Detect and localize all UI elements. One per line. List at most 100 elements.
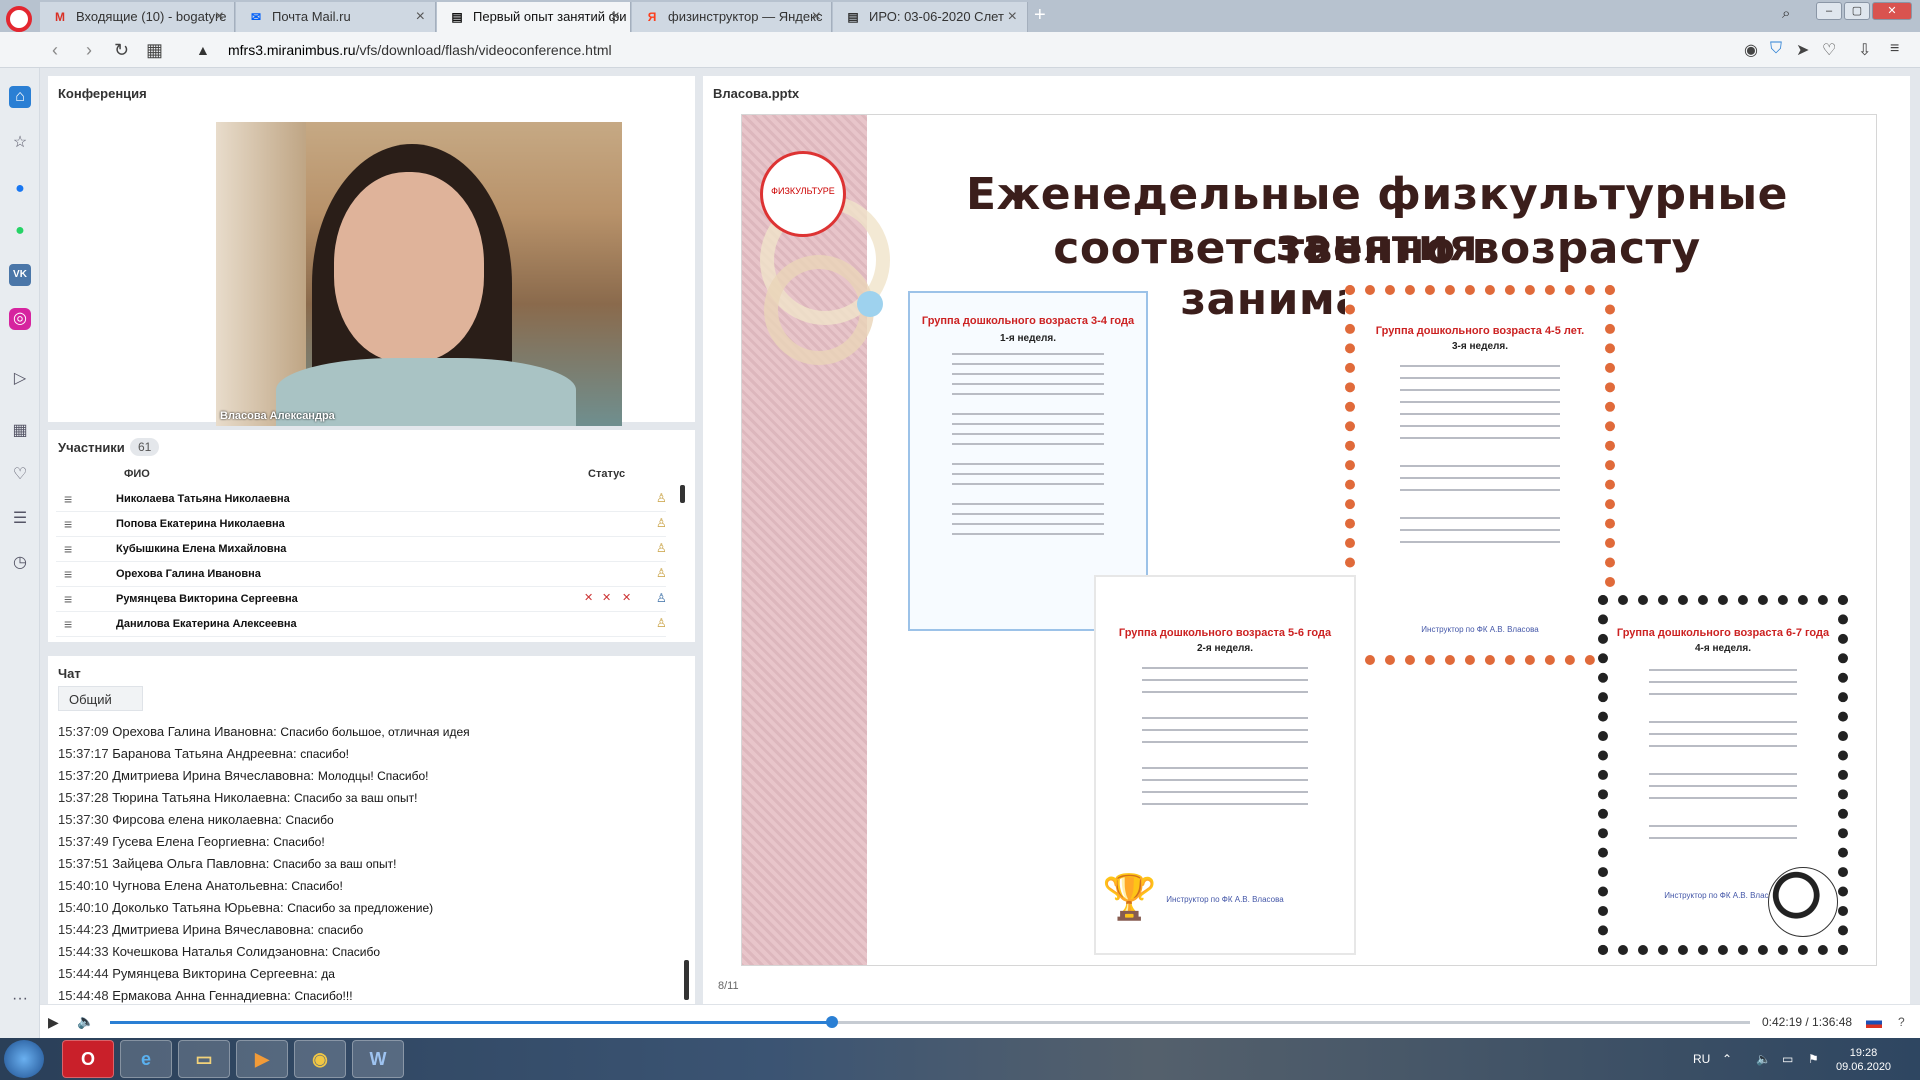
chat-text: Спасибо: [331, 945, 381, 959]
close-icon[interactable]: ×: [1008, 8, 1017, 26]
network-tray-icon[interactable]: ▭: [1782, 1052, 1793, 1066]
browser-sidebar: ⌂ ☆ ● ● VK ◎ ▷ ▦ ♡ ☰ ◷ ···: [0, 68, 40, 1038]
news-icon[interactable]: ☰: [9, 508, 31, 530]
speaker-video[interactable]: Власова Александра: [216, 122, 622, 426]
taskbar-opera-icon[interactable]: O: [62, 1040, 114, 1078]
row-menu-icon[interactable]: ≡: [64, 616, 72, 632]
doc-group-5-6[interactable]: Группа дошкольного возраста 5-6 года 2-я…: [1094, 575, 1356, 955]
browser-tab-bar: M Входящие (10) - bogatyre × ✉ Почта Mai…: [0, 0, 1920, 32]
reload-icon[interactable]: ↻: [114, 40, 129, 61]
progress-track[interactable]: [110, 1016, 1750, 1028]
url-field[interactable]: mfrs3.miranimbus.ru/vfs/download/flash/v…: [228, 42, 612, 58]
system-clock[interactable]: 19:28 09.06.2020: [1836, 1046, 1891, 1074]
maximize-button[interactable]: ▢: [1844, 2, 1870, 20]
more-icon[interactable]: ···: [9, 988, 31, 1010]
chat-time: 15:37:20: [58, 768, 109, 783]
user-status-icon: ♙: [656, 541, 667, 555]
player-icon[interactable]: ▷: [9, 368, 31, 390]
camera-muted-icon[interactable]: ✕: [602, 591, 611, 604]
participants-scrollbar[interactable]: [680, 485, 685, 503]
tab-yandex[interactable]: Я физинструктор — Яндекс ×: [632, 2, 832, 32]
tab-inbox[interactable]: M Входящие (10) - bogatyre ×: [40, 2, 235, 32]
slide-decor-bubble: [857, 291, 883, 317]
doc-subtitle: 1-я неделя.: [1000, 333, 1056, 344]
extensions-icon[interactable]: ▦: [9, 420, 31, 442]
taskbar-media-player-icon[interactable]: ▶: [236, 1040, 288, 1078]
forward-icon[interactable]: ›: [86, 40, 92, 61]
history-icon[interactable]: ◷: [9, 552, 31, 574]
back-icon[interactable]: ‹: [52, 40, 58, 61]
tab-iro[interactable]: ▤ ИРО: 03-06-2020 Слет ×: [833, 2, 1028, 32]
participant-row[interactable]: ≡ Румянцева Викторина Сергеевна ✕ ✕ ✕ ♙: [56, 587, 667, 612]
close-window-button[interactable]: ✕: [1872, 2, 1912, 20]
chat-time: 15:44:33: [58, 944, 109, 959]
volume-tray-icon[interactable]: 🔈: [1756, 1052, 1771, 1066]
send-icon[interactable]: ➤: [1796, 40, 1809, 60]
taskbar-ie-icon[interactable]: e: [120, 1040, 172, 1078]
tabs-grid-icon[interactable]: ▦: [146, 40, 163, 61]
participant-name: Николаева Татьяна Николаевна: [116, 493, 290, 505]
help-icon[interactable]: ?: [1898, 1015, 1905, 1029]
star-icon[interactable]: ☆: [9, 132, 31, 154]
row-menu-icon[interactable]: ≡: [64, 566, 72, 582]
vk-icon[interactable]: VK: [9, 264, 31, 286]
chat-time: 15:44:48: [58, 988, 109, 1003]
close-icon[interactable]: ×: [611, 8, 620, 26]
doc-text-line: [1649, 837, 1797, 839]
chat-message: 15:37:09 Орехова Галина Ивановна: Спасиб…: [58, 724, 470, 739]
doc-title: Группа дошкольного возраста 5-6 года: [1118, 627, 1332, 639]
participant-row[interactable]: ≡ Кубышкина Елена Михайловна ♙: [56, 537, 667, 562]
taskbar-chrome-icon[interactable]: ◉: [294, 1040, 346, 1078]
row-menu-icon[interactable]: ≡: [64, 516, 72, 532]
participant-row[interactable]: ≡ Николаева Татьяна Николаевна ♙: [56, 487, 667, 512]
download-icon[interactable]: ⇩: [1858, 40, 1871, 60]
close-icon[interactable]: ×: [812, 8, 821, 26]
instagram-icon[interactable]: ◎: [9, 308, 31, 330]
participant-row[interactable]: ≡ Данилова Екатерина Алексеевна ♙: [56, 612, 667, 637]
chat-tab-general[interactable]: Общий: [58, 686, 143, 711]
search-tabs-icon[interactable]: ⌕: [1782, 5, 1790, 22]
chat-author: Румянцева Викторина Сергеевна:: [112, 966, 318, 981]
speaker-face: [334, 172, 484, 362]
home-icon[interactable]: ⌂: [9, 86, 31, 108]
flag-tray-icon[interactable]: ⚑: [1808, 1052, 1819, 1066]
tray-expand-icon[interactable]: ⌃: [1722, 1052, 1732, 1066]
taskbar-word-icon[interactable]: W: [352, 1040, 404, 1078]
progress-knob[interactable]: [825, 1016, 838, 1028]
russian-flag-icon[interactable]: [1866, 1017, 1882, 1028]
row-menu-icon[interactable]: ≡: [64, 491, 72, 507]
doc-group-4-5[interactable]: Группа дошкольного возраста 4-5 лет. 3-я…: [1345, 285, 1615, 665]
row-menu-icon[interactable]: ≡: [64, 591, 72, 607]
messenger-icon[interactable]: ●: [9, 178, 31, 200]
volume-icon[interactable]: 🔈: [77, 1013, 94, 1030]
screen-muted-icon[interactable]: ✕: [622, 591, 631, 604]
heart-icon[interactable]: ♡: [1822, 40, 1836, 60]
opera-logo-icon[interactable]: [6, 6, 32, 32]
tab-active-document[interactable]: ▤ Первый опыт занятий фи ×: [437, 2, 631, 32]
whatsapp-icon[interactable]: ●: [9, 220, 31, 242]
doc-group-6-7[interactable]: Группа дошкольного возраста 6-7 года 4-я…: [1598, 595, 1848, 955]
chat-author: Чугнова Елена Анатольевна:: [112, 878, 288, 893]
menu-icon[interactable]: ≡: [1890, 40, 1899, 58]
mic-muted-icon[interactable]: ✕: [584, 591, 593, 604]
close-icon[interactable]: ×: [215, 8, 224, 26]
participant-row[interactable]: ≡ Орехова Галина Ивановна ♙: [56, 562, 667, 587]
chat-author: Фирсова елена николаевна:: [112, 812, 282, 827]
close-icon[interactable]: ×: [416, 8, 425, 26]
play-icon[interactable]: ▶: [48, 1014, 59, 1031]
heart-icon[interactable]: ♡: [9, 464, 31, 486]
taskbar-explorer-icon[interactable]: ▭: [178, 1040, 230, 1078]
new-tab-button[interactable]: +: [1034, 4, 1046, 27]
chat-text: Спасибо: [285, 813, 334, 827]
chat-message: 15:40:10 Доколько Татьяна Юрьевна: Спаси…: [58, 900, 433, 915]
chat-scrollbar[interactable]: [684, 960, 689, 1000]
start-button[interactable]: [4, 1040, 44, 1078]
doc-text-line: [1649, 669, 1797, 671]
language-indicator[interactable]: RU: [1693, 1052, 1710, 1066]
shield-icon[interactable]: ⛉: [1770, 40, 1782, 58]
row-menu-icon[interactable]: ≡: [64, 541, 72, 557]
participant-row[interactable]: ≡ Попова Екатерина Николаевна ♙: [56, 512, 667, 537]
camera-icon[interactable]: ◉: [1744, 40, 1758, 60]
minimize-button[interactable]: –: [1816, 2, 1842, 20]
tab-mail-ru[interactable]: ✉ Почта Mail.ru ×: [236, 2, 436, 32]
